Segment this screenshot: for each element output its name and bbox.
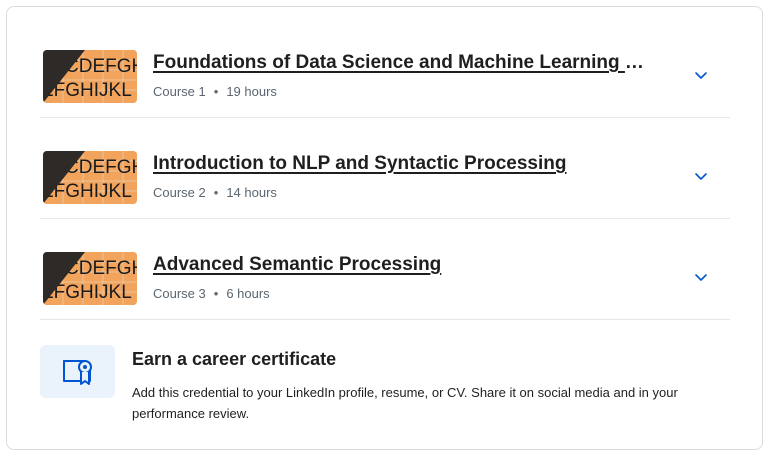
course-item[interactable]: CDEFGH EFGHIJKL Introduction to NLP and …	[40, 118, 730, 219]
chevron-down-icon[interactable]	[693, 67, 709, 83]
course-number: Course 3	[153, 286, 206, 301]
course-thumbnail: CDEFGH EFGHIJKL	[43, 50, 137, 103]
course-thumbnail: CDEFGH EFGHIJKL	[43, 151, 137, 204]
meta-separator: •	[213, 84, 219, 99]
meta-separator: •	[213, 185, 219, 200]
course-meta: Course 2 • 14 hours	[153, 185, 277, 200]
course-duration: 14 hours	[226, 185, 277, 200]
course-title-link[interactable]: Advanced Semantic Processing	[153, 254, 653, 276]
course-duration: 19 hours	[226, 84, 277, 99]
course-list-card: CDEFGH EFGHIJKL Foundations of Data Scie…	[6, 6, 763, 450]
chevron-down-icon[interactable]	[693, 168, 709, 184]
course-thumbnail: CDEFGH EFGHIJKL	[43, 252, 137, 305]
certificate-title: Earn a career certificate	[132, 349, 337, 369]
course-item[interactable]: CDEFGH EFGHIJKL Foundations of Data Scie…	[40, 17, 730, 118]
meta-separator: •	[213, 286, 219, 301]
chevron-down-icon[interactable]	[693, 269, 709, 285]
course-number: Course 2	[153, 185, 206, 200]
course-item[interactable]: CDEFGH EFGHIJKL Advanced Semantic Proces…	[40, 219, 730, 320]
course-meta: Course 3 • 6 hours	[153, 286, 270, 301]
course-meta: Course 1 • 19 hours	[153, 84, 277, 99]
course-number: Course 1	[153, 84, 206, 99]
career-certificate-section: Earn a career certificate Add this crede…	[40, 329, 730, 429]
certificate-icon-box	[40, 345, 115, 398]
course-title-link[interactable]: Foundations of Data Science and Machine …	[153, 52, 653, 74]
course-title-link[interactable]: Introduction to NLP and Syntactic Proces…	[153, 153, 653, 175]
certificate-description: Add this credential to your LinkedIn pro…	[132, 385, 678, 421]
course-duration: 6 hours	[226, 286, 270, 301]
